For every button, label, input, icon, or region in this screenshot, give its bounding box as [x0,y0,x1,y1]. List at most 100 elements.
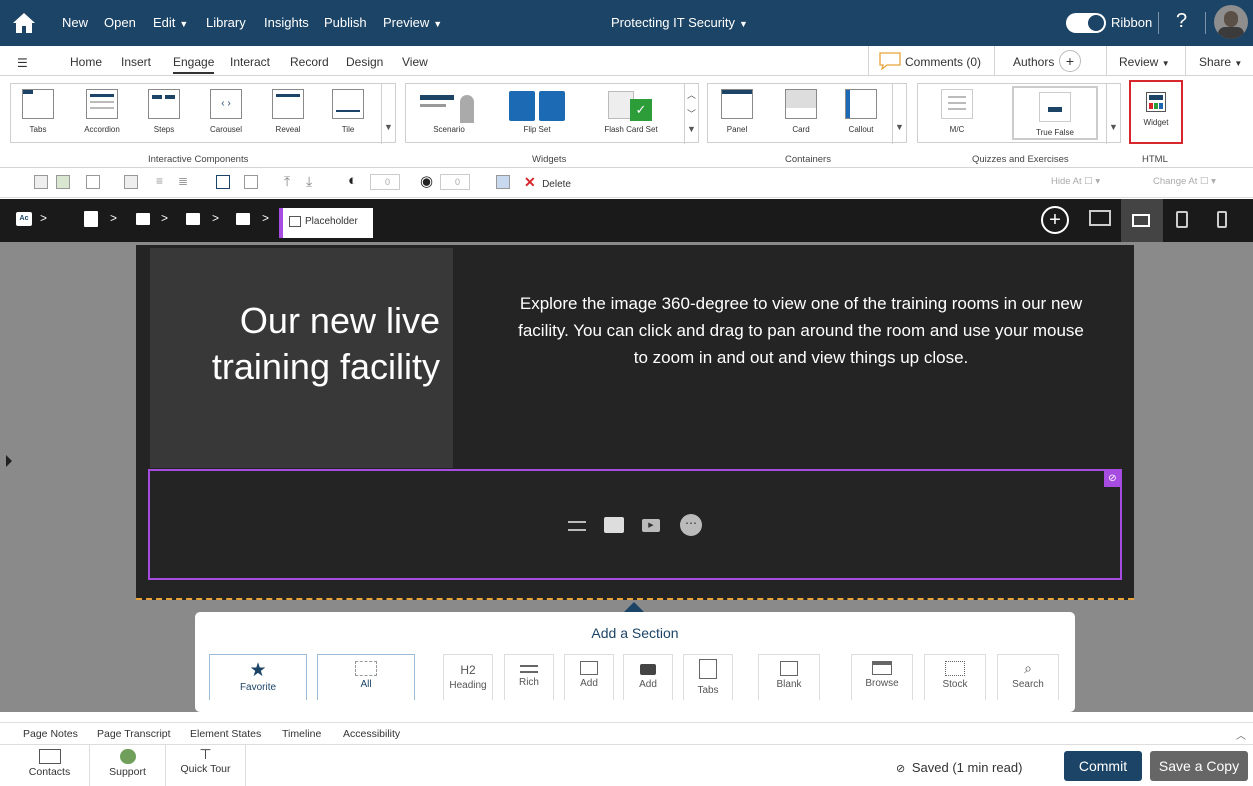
expand-panel-icon[interactable]: ︿ [1236,727,1246,742]
align-indent-icon[interactable]: ≣ [178,174,188,188]
fit-width-icon[interactable] [216,175,230,189]
add-image-section-button[interactable]: Add [564,654,614,700]
tab-design[interactable]: Design [346,55,383,69]
contrast-icon[interactable]: ◐ [348,172,357,189]
hide-at-dropdown[interactable]: Hide At ☐ ▾ [1051,176,1100,187]
placeholder-crumb[interactable]: Placeholder [279,208,373,238]
help-button[interactable]: ? [1176,10,1187,33]
ribbon-toggle[interactable] [1066,13,1106,33]
menu-new[interactable]: New [62,15,88,30]
text-option-icon[interactable] [568,521,586,531]
browse-section-button[interactable]: Browse [851,654,913,700]
steps-component-button[interactable]: Steps [139,89,189,134]
save-a-copy-button[interactable]: Save a Copy [1150,751,1248,781]
tabs-section-button[interactable]: Tabs [683,654,733,700]
background-color-icon[interactable] [34,175,48,189]
tablet-view-icon[interactable] [1176,211,1188,228]
comments-button[interactable]: Comments (0) [868,46,994,76]
rich-section-button[interactable]: Rich [504,654,554,700]
mc-quiz-button[interactable]: M/C [932,89,982,134]
hidden-eye-icon[interactable]: ⊘ [1104,470,1121,487]
border-icon[interactable] [86,175,100,189]
scenario-widget-button[interactable]: Scenario [412,89,486,134]
avatar[interactable] [1214,5,1248,39]
menu-library[interactable]: Library [206,15,246,30]
tab-engage[interactable]: Engage [173,55,215,74]
panel-collapse-arrow[interactable] [6,455,12,467]
support-button[interactable]: Support [90,745,166,786]
callout-container-button[interactable]: Callout [836,89,886,134]
card-container-button[interactable]: Card [776,89,826,134]
hamburger-menu-icon[interactable]: ☰ [17,56,28,70]
blur-icon[interactable]: ◉ [420,172,433,190]
widgets-scroll[interactable]: ︿ ﹀ ▼ [684,84,698,144]
add-author-icon[interactable]: + [1059,50,1081,72]
image-option-icon[interactable] [604,517,624,533]
widget-html-button[interactable]: Widget [1131,92,1181,127]
tabs-component-button[interactable]: Tabs [13,89,63,134]
reveal-component-button[interactable]: Reveal [263,89,313,134]
tab-timeline[interactable]: Timeline [282,728,321,740]
page-section[interactable]: Our new live training facility Explore t… [136,245,1134,600]
page-crumb[interactable] [84,211,98,227]
column-crumb[interactable] [236,213,250,225]
heading-block[interactable]: Our new live training facility [150,248,453,468]
course-root-crumb[interactable]: Ac [16,212,32,226]
tab-view[interactable]: View [402,55,428,69]
laptop-view-icon[interactable] [1121,199,1163,242]
course-title-dropdown[interactable]: Protecting IT Security ▼ [611,15,748,30]
search-section-button[interactable]: ⌕ Search [997,654,1059,700]
video-option-icon[interactable]: ▶ [642,519,660,532]
body-text[interactable]: Explore the image 360-degree to view one… [510,290,1092,371]
review-dropdown[interactable]: Review ▼ [1106,46,1184,76]
flash-card-set-widget-button[interactable]: ✓ Flash Card Set [592,89,670,134]
align-top-icon[interactable]: ⤒ [284,173,290,190]
tab-page-notes[interactable]: Page Notes [23,728,78,740]
menu-insights[interactable]: Insights [264,15,309,30]
align-bottom-icon[interactable]: ⤓ [306,173,312,190]
tile-component-button[interactable]: Tile [323,89,373,134]
change-at-dropdown[interactable]: Change At ☐ ▾ [1153,176,1216,187]
opacity-spinner[interactable]: 0 [370,174,400,190]
delete-button[interactable]: ✕ Delete [524,174,571,191]
row-crumb[interactable] [186,213,200,225]
quick-tour-button[interactable]: ⊤ Quick Tour [166,745,246,786]
flip-set-widget-button[interactable]: Flip Set [504,89,570,134]
true-false-quiz-button[interactable]: True False [1012,86,1098,140]
tab-element-states[interactable]: Element States [190,728,261,740]
containers-more-button[interactable]: ▼ [892,84,906,144]
tab-home[interactable]: Home [70,55,102,69]
stock-section-button[interactable]: Stock [924,654,986,700]
more-options-icon[interactable]: ⋯ [680,514,702,536]
section-crumb[interactable] [136,213,150,225]
desktop-view-icon[interactable] [1089,210,1111,226]
word-icon[interactable] [496,175,510,189]
tab-insert[interactable]: Insert [121,55,151,69]
quizzes-more-button[interactable]: ▼ [1106,84,1120,144]
page-heading[interactable]: Our new live training facility [164,298,440,390]
placeholder-element[interactable]: ⊘ ▶ ⋯ [148,469,1122,580]
menu-edit[interactable]: Edit ▼ [153,15,188,30]
panel-container-button[interactable]: Panel [712,89,762,134]
edit-style-icon[interactable] [124,175,138,189]
favorite-tab[interactable]: ★ Favorite [209,654,307,700]
tab-record[interactable]: Record [290,55,329,69]
contacts-button[interactable]: Contacts [10,745,90,786]
blur-spinner[interactable]: 0 [440,174,470,190]
all-tab[interactable]: All [317,654,415,700]
menu-publish[interactable]: Publish [324,15,367,30]
add-element-icon[interactable]: + [1041,206,1069,234]
commit-button[interactable]: Commit [1064,751,1142,781]
fit-content-icon[interactable] [244,175,258,189]
tab-page-transcript[interactable]: Page Transcript [97,728,171,740]
align-left-icon[interactable]: ≡ [156,174,163,188]
background-image-icon[interactable] [56,175,70,189]
add-video-section-button[interactable]: Add [623,654,673,700]
share-dropdown[interactable]: Share ▼ [1185,46,1253,76]
accordion-component-button[interactable]: Accordion [77,89,127,134]
tab-accessibility[interactable]: Accessibility [343,728,400,740]
authors-button[interactable]: Authors + [994,46,1098,76]
carousel-component-button[interactable]: ‹ › Carousel [201,89,251,134]
menu-preview[interactable]: Preview ▼ [383,15,442,30]
heading-section-button[interactable]: H2 Heading [443,654,493,700]
